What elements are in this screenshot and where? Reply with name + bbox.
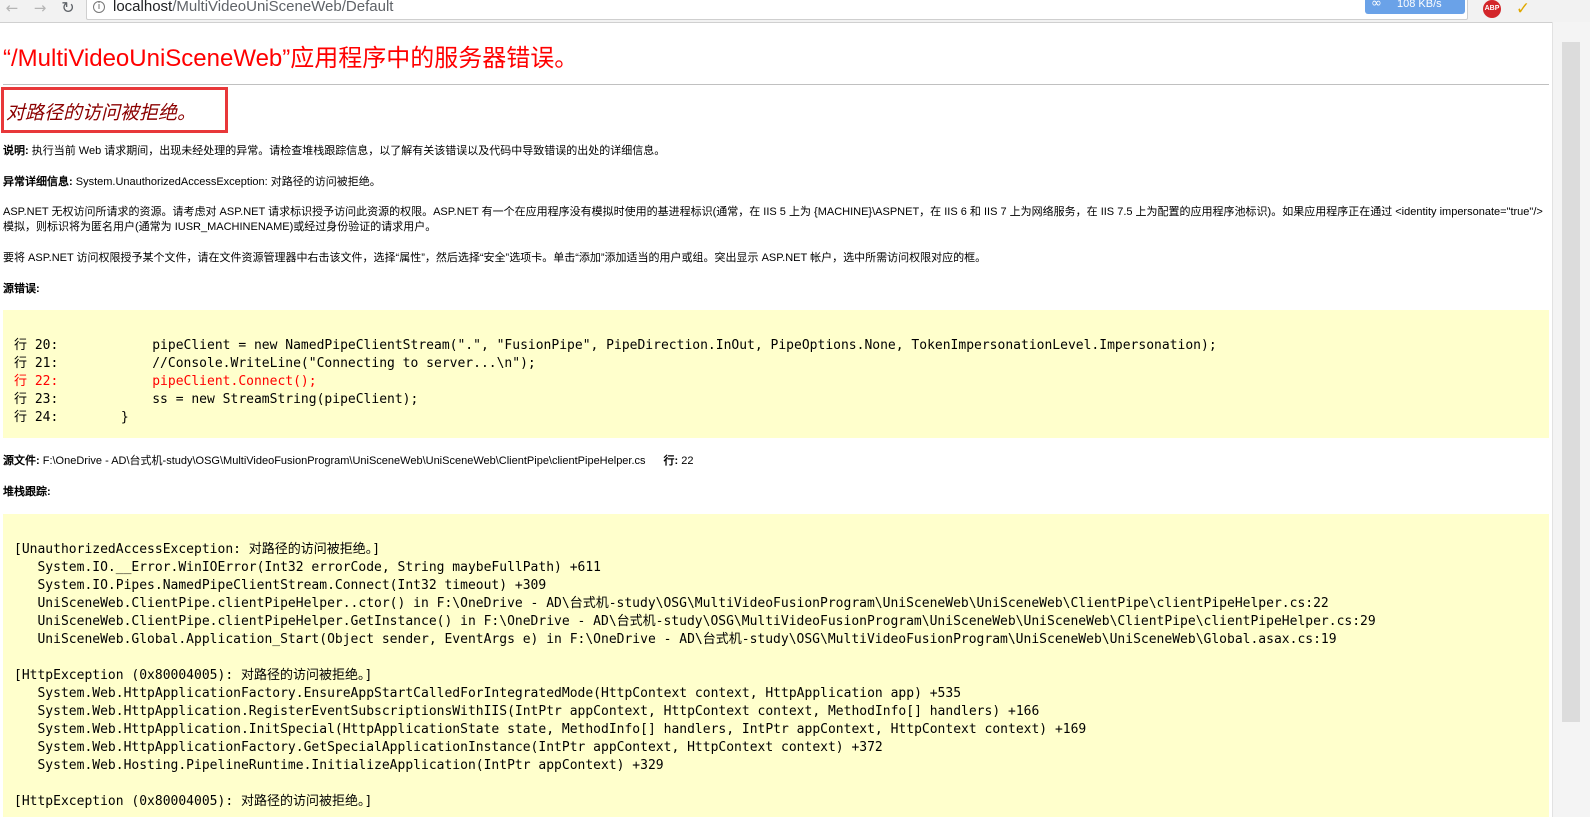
stack-line: [HttpException (0x80004005): 对路径的访问被拒绝。] [14,794,373,809]
stack-line: System.Web.HttpApplicationFactory.GetSpe… [14,740,883,755]
stack-line: System.IO.Pipes.NamedPipeClientStream.Co… [14,578,547,593]
source-file-path: F:\OneDrive - AD\台式机-study\OSG\MultiVide… [39,455,646,467]
stack-line: [HttpException (0x80004005): 对路径的访问被拒绝。] [14,668,373,683]
source-file-label: 源文件: [3,455,40,467]
source-line: 行 21: //Console.WriteLine("Connecting to… [14,356,536,371]
error-subtitle: 对路径的访问被拒绝。 [6,103,197,124]
reload-icon[interactable]: ↻ [58,0,78,18]
adblock-extension-icon[interactable]: ABP [1483,0,1501,18]
description: 说明: 执行当前 Web 请求期间，出现未经处理的异常。请检查堆栈跟踪信息，以了… [3,144,1549,159]
vertical-scrollbar[interactable] [1552,22,1590,817]
stack-trace-box: [UnauthorizedAccessException: 对路径的访问被拒绝。… [3,514,1549,817]
stack-line: System.Web.Hosting.PipelineRuntime.Initi… [14,758,664,773]
stack-trace-heading: 堆栈跟踪: [3,485,1549,500]
stack-line: System.Web.HttpApplication.InitSpecial(H… [14,722,1087,737]
info-icon[interactable]: i [93,1,105,13]
title-divider [3,84,1549,85]
page-title: “/MultiVideoUniSceneWeb”应用程序中的服务器错误。 [3,45,579,72]
exception-label: 异常详细信息: [3,176,73,188]
forward-arrow-icon[interactable]: → [30,0,50,18]
network-speed-value: 108 KB/s [1397,0,1442,10]
source-error-heading: 源错误: [3,282,1549,297]
source-line: 行 23: ss = new StreamString(pipeClient); [14,392,419,407]
back-arrow-icon[interactable]: ← [2,0,22,18]
network-speed-widget[interactable]: ∞ 108 KB/s [1365,0,1465,14]
stack-line: System.IO.__Error.WinIOError(Int32 error… [14,560,601,575]
source-file-info: 源文件: F:\OneDrive - AD\台式机-study\OSG\Mult… [3,454,1549,469]
browser-toolbar: ← → ↻ i localhost/MultiVideoUniSceneWeb/… [0,0,1590,23]
grant-access-instructions: 要将 ASP.NET 访问权限授予某个文件，请在文件资源管理器中右击该文件，选择… [3,252,987,264]
infinity-icon: ∞ [1371,0,1382,11]
address-bar[interactable]: i localhost/MultiVideoUniSceneWeb/Defaul… [86,0,1468,20]
exception-details: 异常详细信息: System.UnauthorizedAccessExcepti… [3,175,1549,190]
aspnet-permission-text: ASP.NET 无权访问所请求的资源。请考虑对 ASP.NET 请求标识授予访问… [3,206,1543,233]
description-text: 执行当前 Web 请求期间，出现未经处理的异常。请检查堆栈跟踪信息，以了解有关该… [28,145,666,157]
line-label: 行: [663,455,679,467]
url-path: /MultiVideoUniSceneWeb/Default [172,0,394,15]
stack-line: System.Web.HttpApplicationFactory.Ensure… [14,686,962,701]
source-line: 行 20: pipeClient = new NamedPipeClientSt… [14,338,1217,353]
url-text[interactable]: localhost/MultiVideoUniSceneWeb/Default [113,0,393,16]
stack-line: System.Web.HttpApplication.RegisterEvent… [14,704,1040,719]
source-error-label: 源错误: [3,283,40,295]
extension-check-icon[interactable]: ✓ [1513,0,1533,19]
exception-text: System.UnauthorizedAccessException: 对路径的… [72,176,381,188]
scrollbar-thumb[interactable] [1562,42,1580,722]
stack-line: UniSceneWeb.ClientPipe.clientPipeHelper.… [14,614,1376,629]
source-line: 行 24: } [14,410,129,425]
error-page: “/MultiVideoUniSceneWeb”应用程序中的服务器错误。 对路径… [0,22,1552,817]
stack-line: UniSceneWeb.ClientPipe.clientPipeHelper.… [14,596,1329,611]
url-host: localhost [113,0,173,15]
stack-line: UniSceneWeb.Global.Application_Start(Obj… [14,632,1337,647]
line-value: 22 [678,455,694,467]
source-code-box: 行 20: pipeClient = new NamedPipeClientSt… [3,310,1549,438]
stack-line: [UnauthorizedAccessException: 对路径的访问被拒绝。… [14,542,381,557]
description-label: 说明: [3,145,29,157]
stack-trace-label: 堆栈跟踪: [3,486,51,498]
source-line-error: 行 22: pipeClient.Connect(); [14,374,317,389]
